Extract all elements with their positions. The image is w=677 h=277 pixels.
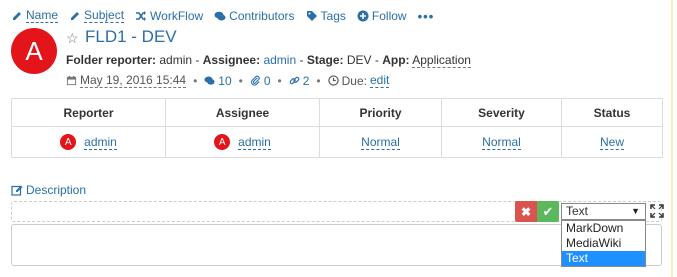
app-label: App:: [382, 53, 410, 67]
format-dropdown: MarkDown MediaWiki Text: [561, 220, 646, 267]
severity-cell: Normal: [441, 126, 562, 158]
check-icon: ✔: [542, 203, 554, 219]
column-header-assignee: Assignee: [165, 98, 320, 127]
properties-table: Reporter Assignee Priority Severity Stat…: [11, 98, 663, 158]
more-menu-button[interactable]: •••: [418, 9, 435, 24]
meta-sep: -: [195, 53, 203, 67]
links-count[interactable]: 2: [303, 74, 310, 88]
avatar: A: [11, 28, 57, 74]
favorite-star-icon[interactable]: ☆: [66, 30, 79, 47]
avatar: A: [214, 134, 231, 151]
status-cell: New: [561, 126, 663, 158]
subject-label: Subject: [84, 8, 125, 23]
format-option-mediawiki[interactable]: MediaWiki: [562, 236, 645, 251]
assignee-user: A admin: [214, 134, 271, 151]
reporter-user: A admin: [60, 134, 117, 151]
created-date[interactable]: May 19, 2016 15:44: [80, 73, 187, 88]
meta-sep: -: [299, 53, 307, 67]
priority-link[interactable]: Normal: [361, 135, 400, 150]
paperclip-icon: [250, 75, 260, 86]
fullscreen-icon[interactable]: [650, 204, 664, 218]
close-icon: ✖: [520, 204, 532, 219]
edit-icon: [11, 185, 23, 196]
column-header-severity: Severity: [441, 98, 562, 127]
assignee-link[interactable]: admin: [263, 53, 296, 67]
top-toolbar: Name Subject WorkFlow Contributors Tags …: [11, 7, 434, 25]
pencil-icon: [13, 12, 21, 20]
reporter-cell: A admin: [11, 126, 166, 158]
plus-circle-icon: [357, 10, 369, 22]
priority-cell: Normal: [319, 126, 442, 158]
page-title: FLD1 - DEV: [85, 27, 177, 46]
column-header-priority: Priority: [319, 98, 442, 127]
status-link[interactable]: New: [599, 135, 624, 150]
column-header-status: Status: [561, 98, 663, 127]
stage-value: DEV: [346, 53, 372, 67]
subject-button[interactable]: Subject: [69, 8, 125, 23]
tags-label: Tags: [320, 9, 346, 23]
description-edit-link[interactable]: Description: [11, 183, 86, 197]
severity-link[interactable]: Normal: [482, 135, 521, 150]
reporter-value: admin: [159, 53, 193, 67]
stage-label: Stage:: [306, 53, 344, 67]
shuffle-icon: [136, 11, 147, 21]
tags-icon: [306, 11, 317, 21]
workflow-button[interactable]: WorkFlow: [135, 9, 203, 23]
format-select[interactable]: Text ▼: [561, 203, 646, 220]
stats-sep: •: [193, 73, 198, 88]
comments-icon: [204, 76, 215, 85]
follow-button[interactable]: Follow: [357, 9, 407, 23]
table-row: A admin A admin Normal Normal New: [11, 126, 663, 158]
follow-label: Follow: [371, 9, 407, 23]
link-icon: [289, 76, 300, 85]
contributors-label: Contributors: [229, 9, 295, 23]
pencil-icon: [71, 12, 80, 20]
table-header-row: Reporter Assignee Priority Severity Stat…: [11, 98, 663, 127]
description-label: Description: [26, 183, 87, 197]
cancel-button[interactable]: ✖: [515, 201, 537, 222]
folder-stats: May 19, 2016 15:44 • 10 • 0 • 2 • Due: e…: [66, 73, 390, 88]
reporter-link[interactable]: admin: [84, 135, 117, 150]
folder-meta: Folder reporter: admin - Assignee: admin…: [66, 53, 471, 68]
format-option-markdown[interactable]: MarkDown: [562, 221, 645, 236]
caret-down-icon: ▼: [631, 206, 640, 216]
due-edit-link[interactable]: edit: [369, 73, 390, 88]
attachments-count[interactable]: 0: [264, 74, 271, 88]
comments-icon: [214, 11, 226, 21]
stats-sep: •: [316, 73, 321, 88]
app-link[interactable]: Application: [412, 53, 471, 68]
right-edge-rule: [671, 0, 673, 277]
stats-sep: •: [238, 73, 243, 88]
avatar: A: [60, 134, 77, 151]
comments-count[interactable]: 10: [218, 74, 231, 88]
name-label: Name: [26, 8, 59, 23]
assignee-cell: A admin: [165, 126, 320, 158]
stats-sep: •: [277, 73, 282, 88]
reporter-label: Folder reporter:: [66, 53, 157, 67]
name-button[interactable]: Name: [11, 8, 59, 23]
save-button[interactable]: ✔: [537, 201, 559, 222]
assignee-link[interactable]: admin: [238, 135, 271, 150]
contributors-button[interactable]: Contributors: [214, 9, 295, 23]
format-option-text[interactable]: Text: [562, 251, 645, 266]
workflow-label: WorkFlow: [150, 9, 204, 23]
calendar-icon: [66, 75, 77, 86]
format-selected-value: Text: [566, 204, 589, 218]
due-label: Due:: [341, 73, 367, 88]
tags-button[interactable]: Tags: [306, 9, 346, 23]
column-header-reporter: Reporter: [11, 98, 166, 127]
assignee-label: Assignee:: [202, 53, 261, 67]
clock-icon: [327, 75, 339, 86]
